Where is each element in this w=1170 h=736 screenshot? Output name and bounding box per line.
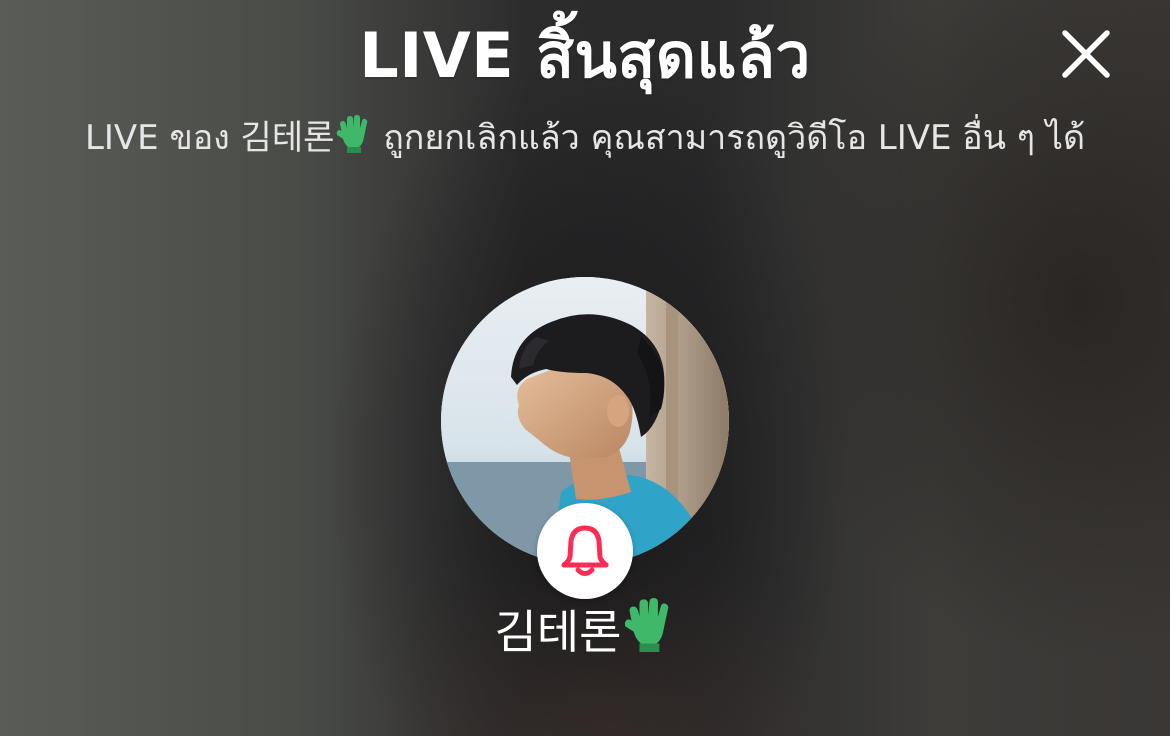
page-title: LIVE สิ้นสุดแล้ว [359,19,811,92]
ended-message-detail: ถูกยกเลิกแล้ว คุณสามารถดูวิดีโอ LIVE อื่… [372,118,1086,158]
host-name: 김테론 [0,596,1170,668]
notify-button[interactable] [537,503,633,599]
host-name-text: 김테론 [494,605,622,659]
green-glove-emoji-icon [621,596,675,668]
close-button[interactable] [1056,24,1116,84]
ended-message-host: LIVE ของ 김테론 [84,118,335,158]
ended-message: LIVE ของ 김테론 ถูกยกเลิกแล้ว คุณสามารถดูวิ… [75,114,1095,166]
green-glove-emoji-icon [334,114,372,166]
bell-icon [561,525,609,576]
close-icon [1062,30,1110,78]
